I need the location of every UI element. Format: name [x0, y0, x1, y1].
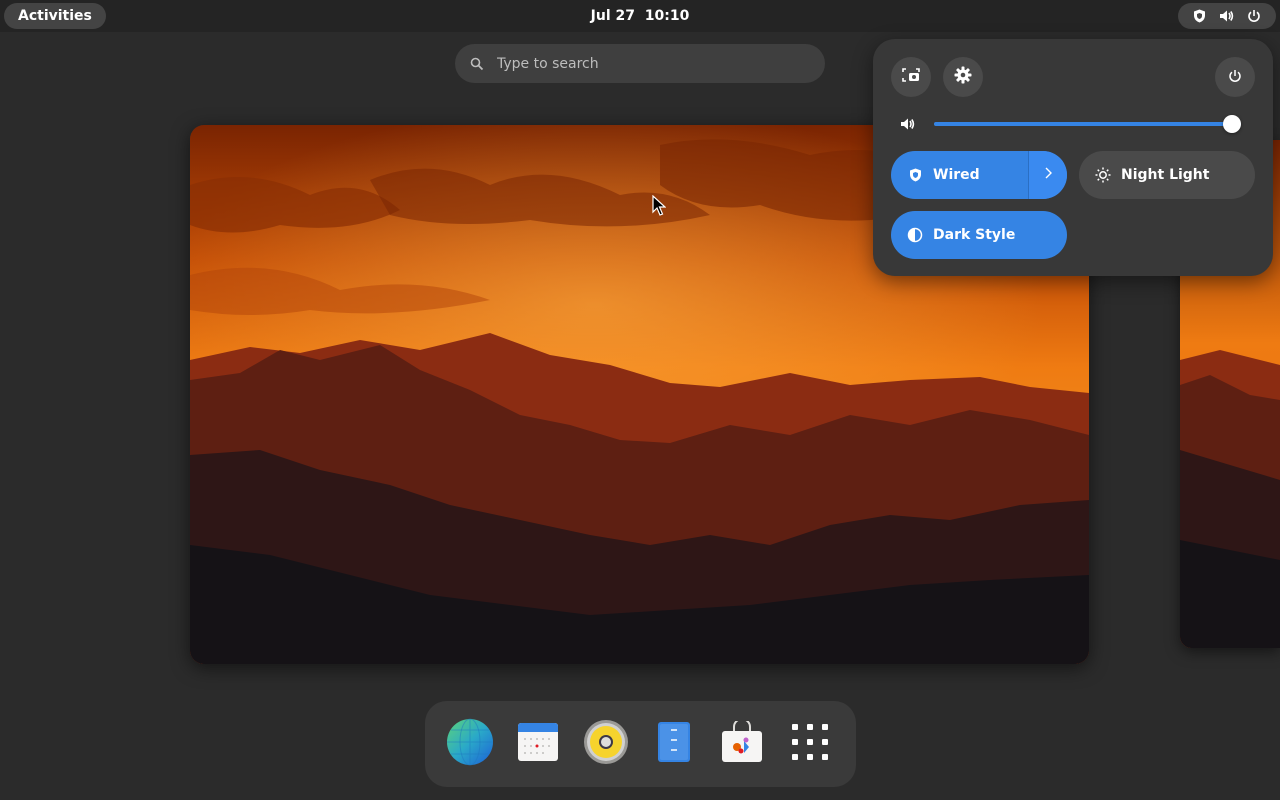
quick-settings-panel: Wired Night Light Dark Style — [873, 39, 1273, 276]
activities-button[interactable]: Activities — [4, 3, 106, 29]
volume-icon — [1219, 8, 1235, 24]
dash-app-software[interactable] — [718, 718, 766, 768]
settings-gear-icon — [954, 66, 972, 88]
power-icon — [1246, 8, 1262, 24]
search-input[interactable] — [495, 44, 815, 83]
wired-menu-button[interactable] — [1028, 151, 1067, 199]
top-bar: Activities Jul 27 10:10 — [0, 0, 1280, 32]
vpn-shield-icon — [1192, 8, 1208, 24]
night-light-label: Night Light — [1121, 167, 1210, 183]
settings-button[interactable] — [943, 57, 983, 97]
clock-label[interactable]: Jul 27 10:10 — [591, 8, 690, 24]
app-grid-icon — [791, 723, 829, 765]
dash-app-rhythmbox[interactable] — [582, 720, 630, 768]
night-light-toggle[interactable]: Night Light — [1079, 151, 1255, 199]
volume-icon[interactable] — [900, 116, 916, 132]
dash-app-web-browser[interactable] — [446, 718, 494, 770]
system-status-area[interactable] — [1178, 3, 1276, 29]
search-bar[interactable] — [455, 44, 825, 83]
software-store-icon — [720, 718, 764, 767]
screenshot-button[interactable] — [891, 57, 931, 97]
wired-toggle-button[interactable]: Wired — [891, 151, 1028, 199]
rhythmbox-speaker-icon — [583, 719, 629, 769]
volume-slider-fill — [934, 122, 1241, 126]
calendar-icon — [517, 722, 559, 766]
mouse-pointer-icon — [652, 194, 667, 217]
chevron-right-icon — [1044, 167, 1052, 183]
show-apps-button[interactable] — [786, 720, 834, 768]
screenshot-icon — [902, 67, 920, 87]
dash-app-calendar[interactable] — [514, 720, 562, 768]
text-editor-icon — [657, 721, 691, 767]
wired-label: Wired — [933, 167, 980, 183]
web-browser-icon — [446, 718, 494, 770]
search-icon — [470, 56, 484, 71]
dash — [425, 701, 856, 787]
dash-app-text-editor[interactable] — [650, 720, 698, 768]
sun-icon — [1095, 167, 1111, 183]
dark-style-label: Dark Style — [933, 227, 1016, 243]
volume-slider-handle[interactable] — [1223, 115, 1241, 133]
vpn-shield-icon — [907, 167, 923, 183]
volume-slider[interactable] — [934, 115, 1241, 133]
half-circle-icon — [907, 227, 923, 243]
dark-style-toggle[interactable]: Dark Style — [891, 211, 1067, 259]
clock: Jul 27 10:10 — [0, 0, 1280, 32]
power-menu-button[interactable] — [1215, 57, 1255, 97]
wired-toggle[interactable]: Wired — [891, 151, 1067, 199]
power-icon — [1228, 68, 1242, 87]
